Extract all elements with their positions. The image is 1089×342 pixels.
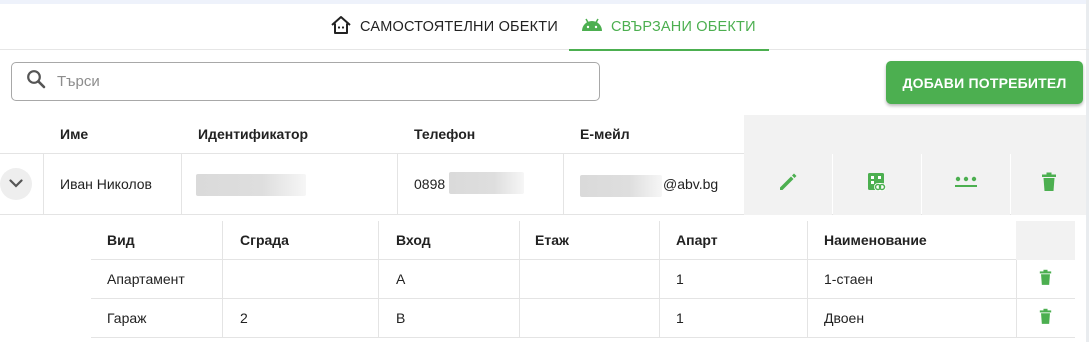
redacted-email [580,175,662,197]
column-header-building: Сграда [240,232,289,248]
actions-header [744,115,1086,154]
tab-independent-objects[interactable]: САМОСТОЯТЕЛНИ ОБЕКТИ [330,4,558,50]
tab-label: САМОСТОЯТЕЛНИ ОБЕКТИ [360,19,558,35]
link-building-icon [866,171,888,198]
object-type: Апартамент [107,271,185,287]
user-phone: 0898 [414,176,446,192]
search-input[interactable] [57,73,557,90]
user-email: @abv.bg [663,176,719,192]
objects-table-header: Вид Сграда Вход Етаж Апарт Наименование [91,221,1075,260]
cell-divider [519,221,520,260]
delete-object-button[interactable] [1016,299,1075,338]
cell-divider [807,221,808,260]
cell-divider [222,221,223,260]
table-row[interactable]: Иван Николов 0898 @abv.bg [0,154,1086,215]
cell-divider [659,299,660,338]
trash-icon [1039,308,1052,330]
cell-divider [563,154,564,215]
cell-divider [43,154,44,215]
users-table-header: Име Идентификатор Телефон Е-мейл [0,115,1086,154]
actions-header [1016,221,1075,260]
cell-divider [181,154,182,215]
tab-linked-objects[interactable]: СВЪРЗАНИ ОБЕКТИ [569,4,769,51]
column-header-name: Име [60,126,89,142]
tab-label: СВЪРЗАНИ ОБЕКТИ [611,19,756,35]
search-icon [26,69,46,94]
column-header-type: Вид [107,232,135,248]
add-user-button[interactable]: ДОБАВИ ПОТРЕБИТЕЛ [886,61,1083,104]
column-header-entrance: Вход [396,232,431,248]
object-entrance: В [396,310,406,326]
redacted-identifier [196,174,306,196]
tab-bar: САМОСТОЯТЕЛНИ ОБЕКТИ СВЪРЗАНИ ОБЕКТИ [0,4,1089,51]
cell-divider [807,299,808,338]
pencil-icon [778,172,798,197]
column-header-title: Наименование [824,232,927,248]
cell-divider [519,299,520,338]
user-name: Иван Николов [60,176,152,192]
object-entrance: А [396,271,406,287]
column-header-floor: Етаж [535,232,569,248]
cell-divider [807,260,808,299]
expand-row-button[interactable] [0,168,32,200]
cell-divider [519,260,520,299]
cell-divider [222,260,223,299]
redacted-phone [449,172,524,194]
more-options-button[interactable] [922,154,1010,215]
cell-divider [222,299,223,338]
trash-icon [1039,269,1052,291]
cell-divider [659,221,660,260]
object-building: 2 [240,310,248,326]
object-title: Двоен [824,310,865,326]
search-box[interactable] [11,62,600,101]
object-apartment: 1 [676,271,684,287]
column-header-email: Е-мейл [580,126,630,142]
delete-user-button[interactable] [1011,154,1086,215]
delete-object-button[interactable] [1016,260,1075,299]
object-apartment: 1 [676,310,684,326]
link-objects-button[interactable] [833,154,921,215]
table-row: Гараж 2 В 1 Двоен [91,299,1075,338]
cell-divider [378,260,379,299]
cell-divider [397,154,398,215]
cell-divider [378,221,379,260]
cell-divider [659,260,660,299]
more-dots-icon [954,175,978,194]
object-type: Гараж [107,310,147,326]
column-header-phone: Телефон [414,126,476,142]
column-header-identifier: Идентификатор [198,126,309,142]
trash-icon [1041,172,1057,197]
cell-divider [378,299,379,338]
edit-button[interactable] [744,154,832,215]
chevron-down-icon [9,175,23,193]
object-title: 1-стаен [824,271,874,287]
android-icon [581,18,603,36]
house-icon [330,15,352,39]
table-row: Апартамент А 1 1-стаен [91,260,1075,299]
column-header-apartment: Апарт [676,232,718,248]
